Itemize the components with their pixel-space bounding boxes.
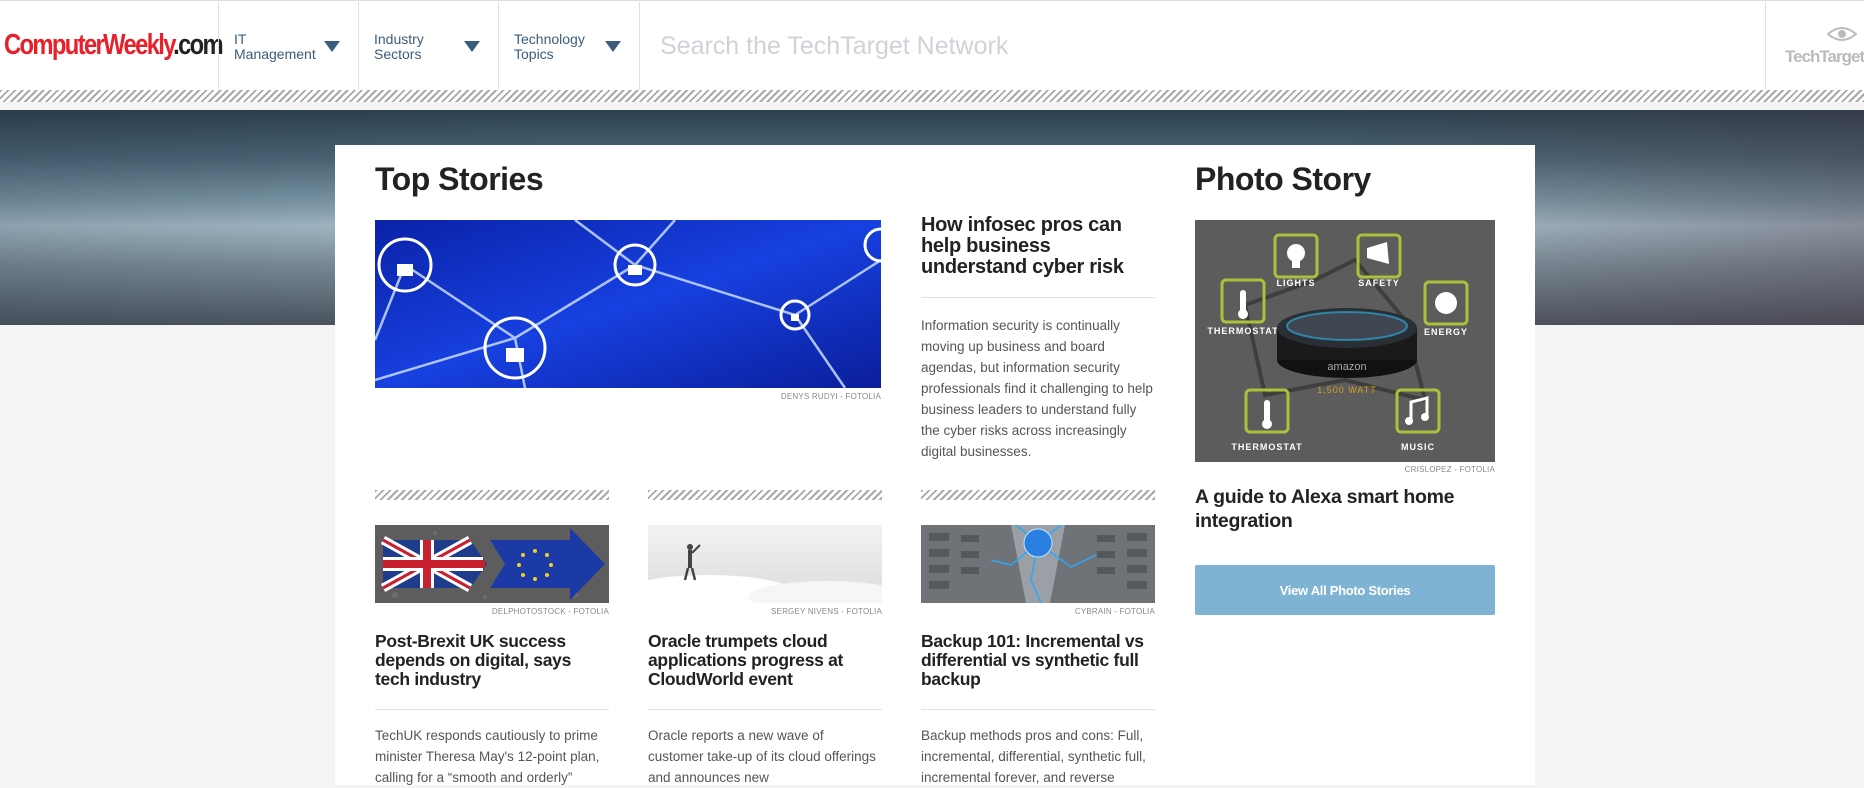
thermostat-label-bottom: THERMOSTAT [1231,442,1302,452]
search-box [639,2,1766,90]
photo-story-image[interactable]: LIGHTS SAFETY THERMOSTAT ENERGY THERMOST… [1195,220,1495,462]
photo-story-headline[interactable]: A guide to Alexa smart home integration [1195,485,1495,533]
divider [648,709,882,710]
image-credit: DELPHOTOSTOCK - FOTOLIA [491,607,609,616]
device-brand-label: amazon [1327,361,1366,373]
image-credit: SERGEY NIVENS - FOTOLIA [771,607,882,616]
computerweekly-logo[interactable]: ComputerWeekly.com [4,29,224,62]
image-credit: DENYS RUDYI - FOTOLIA [780,392,881,401]
nav-technology-topics[interactable]: Technology Topics [498,2,639,90]
watt-label: 1,500 WATT [1317,385,1377,395]
story-image-oracle[interactable] [648,525,882,603]
story-summary: Oracle reports a new wave of customer ta… [648,728,876,785]
techtarget-label: TechTarget [1785,47,1864,66]
nav-industry-sectors[interactable]: Industry Sectors [358,2,498,90]
story-headline[interactable]: Backup 101: Incremental vs differential … [921,632,1155,689]
story-headline[interactable]: Post-Brexit UK success depends on digita… [375,632,609,689]
story-summary: TechUK responds cautiously to prime mini… [375,728,600,785]
divider [921,709,1155,710]
featured-story-image[interactable] [375,220,881,388]
nav-label: IT Management [234,31,316,62]
chevron-down-icon [324,41,340,52]
logo-text-part2: .com [173,29,224,61]
search-input[interactable] [660,28,1560,64]
techtarget-logo[interactable]: TechTarget [1785,25,1864,69]
nav-label: Industry Sectors [374,31,424,62]
story-headline[interactable]: Oracle trumpets cloud applications progr… [648,632,882,689]
cloud-man-image [648,525,882,603]
view-all-photo-stories-button[interactable]: View All Photo Stories [1195,565,1495,615]
divider [375,709,609,710]
energy-label: ENERGY [1424,327,1468,337]
music-label: MUSIC [1401,442,1435,452]
divider [921,297,1155,298]
featured-story-summary: Information security is continually movi… [921,318,1153,459]
column-divider [921,490,1155,500]
chevron-down-icon [605,41,621,52]
story-summary: Backup methods pros and cons: Full, incr… [921,728,1146,785]
column-divider [648,490,882,500]
top-stories-title: Top Stories [375,161,544,197]
photo-story-title: Photo Story [1195,161,1371,197]
story-image-backup[interactable] [921,525,1155,603]
smart-home-image: LIGHTS SAFETY THERMOSTAT ENERGY THERMOST… [1195,220,1495,462]
flags-image [375,525,609,603]
featured-story-headline[interactable]: How infosec pros can help business under… [921,215,1151,278]
content-panel: Top Stories DENYS RUDYI - FOTOLIA How in… [335,145,1535,785]
story-image-brexit[interactable] [375,525,609,603]
lights-label: LIGHTS [1277,278,1316,288]
column-divider [375,490,609,500]
header-divider [0,90,1864,102]
data-center-image [921,525,1155,603]
nav-label: Technology Topics [514,31,585,62]
eye-icon [1827,27,1857,41]
safety-label: SAFETY [1358,278,1400,288]
image-credit: CRISLOPEZ - FOTOLIA [1404,465,1495,474]
site-header: ComputerWeekly.com IT Management Industr… [0,0,1864,90]
logo-text-part1: ComputerWeekly [4,29,175,61]
image-credit: CYBRAIN - FOTOLIA [1074,607,1155,616]
nav-it-management[interactable]: IT Management [218,2,358,90]
thermostat-label-top: THERMOSTAT [1207,326,1278,336]
chevron-down-icon [464,41,480,52]
network-lock-image [375,220,881,388]
